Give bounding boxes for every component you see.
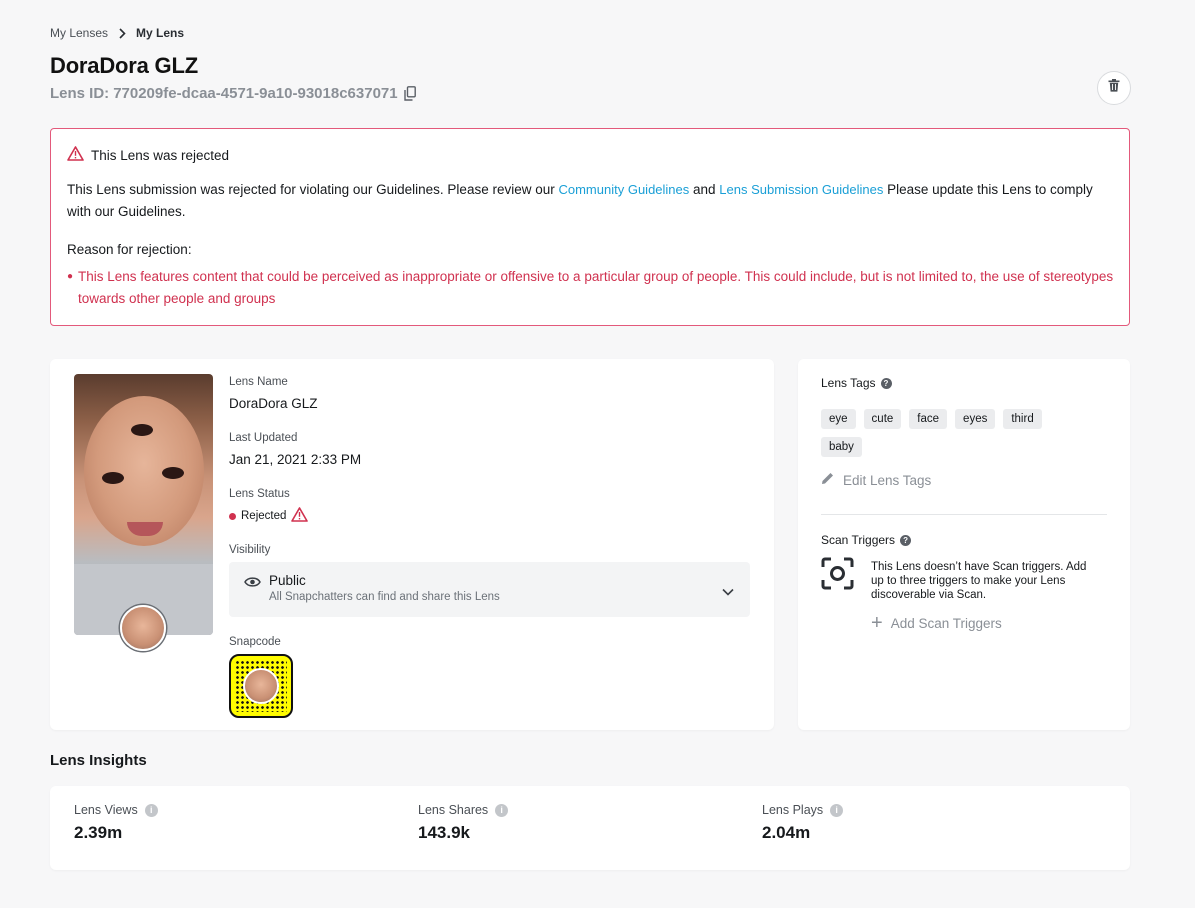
lens-id-value: 770209fe-dcaa-4571-9a10-93018c637071 bbox=[113, 85, 398, 102]
lens-icon-avatar bbox=[120, 605, 166, 651]
info-icon[interactable]: i bbox=[144, 803, 158, 817]
lens-insights-card: Lens Views i 2.39m Lens Shares i 143.9k … bbox=[50, 786, 1130, 870]
tag-chip: face bbox=[909, 409, 948, 429]
snapcode-avatar bbox=[243, 668, 279, 704]
lens-tags-heading-text: Lens Tags bbox=[821, 376, 876, 390]
tag-chip: eyes bbox=[955, 409, 996, 429]
visibility-value: Public bbox=[269, 573, 306, 588]
snapcode-label: Snapcode bbox=[229, 636, 281, 648]
page-title: DoraDora GLZ bbox=[50, 53, 198, 78]
lens-insights-heading: Lens Insights bbox=[50, 752, 147, 769]
alert-body-and: and bbox=[689, 182, 720, 197]
snapcode-image[interactable] bbox=[229, 654, 293, 718]
lens-name-value: DoraDora GLZ bbox=[229, 396, 318, 411]
delete-lens-button[interactable] bbox=[1097, 71, 1131, 105]
info-icon[interactable]: i bbox=[495, 803, 509, 817]
info-icon[interactable]: i bbox=[830, 803, 844, 817]
copy-icon[interactable] bbox=[403, 86, 416, 101]
reason-title: Reason for rejection: bbox=[67, 242, 192, 257]
tag-list: eye cute face eyes third baby bbox=[821, 409, 1081, 457]
scan-triggers-description: This Lens doesn’t have Scan triggers. Ad… bbox=[871, 561, 1087, 601]
metric-label-text: Lens Views bbox=[74, 803, 138, 817]
metric-label: Lens Views i bbox=[74, 803, 158, 817]
divider bbox=[821, 514, 1107, 515]
visibility-select[interactable]: Public All Snapchatters can find and sha… bbox=[229, 562, 750, 617]
lens-submission-guidelines-link[interactable]: Lens Submission Guidelines bbox=[719, 182, 883, 197]
lens-status-label: Lens Status bbox=[229, 488, 290, 500]
lens-tags-heading: Lens Tags ? bbox=[821, 376, 892, 390]
metric-label-text: Lens Shares bbox=[418, 803, 489, 817]
lens-name-label: Lens Name bbox=[229, 376, 288, 388]
warning-icon bbox=[67, 146, 91, 164]
metric-lens-plays: Lens Plays i 2.04m bbox=[762, 803, 844, 843]
left-eye-shape bbox=[102, 472, 124, 484]
add-scan-triggers-button[interactable]: + Add Scan Triggers bbox=[871, 612, 1002, 634]
metric-value: 143.9k bbox=[418, 823, 470, 842]
lens-id-label: Lens ID: bbox=[50, 85, 110, 102]
plus-icon: + bbox=[871, 612, 883, 634]
rejection-alert: This Lens was rejected This Lens submiss… bbox=[50, 128, 1130, 326]
lens-preview-image bbox=[74, 374, 213, 635]
tag-chip: cute bbox=[863, 409, 902, 429]
metric-lens-views: Lens Views i 2.39m bbox=[74, 803, 158, 843]
metric-value: 2.39m bbox=[74, 823, 123, 842]
last-updated-value: Jan 21, 2021 2:33 PM bbox=[229, 452, 362, 467]
chevron-right-icon bbox=[118, 27, 126, 39]
help-icon[interactable]: ? bbox=[900, 534, 912, 546]
trash-icon bbox=[1108, 79, 1120, 97]
eye-icon bbox=[244, 575, 261, 593]
breadcrumb: My Lenses My Lens bbox=[50, 26, 184, 40]
warning-icon bbox=[286, 507, 309, 525]
third-eye-shape bbox=[131, 424, 153, 436]
breadcrumb-my-lenses-link[interactable]: My Lenses bbox=[50, 26, 108, 40]
alert-body: This Lens submission was rejected for vi… bbox=[67, 179, 1117, 223]
tag-chip: eye bbox=[821, 409, 856, 429]
community-guidelines-link[interactable]: Community Guidelines bbox=[558, 182, 689, 197]
tag-chip: baby bbox=[821, 437, 862, 457]
metric-lens-shares: Lens Shares i 143.9k bbox=[418, 803, 509, 843]
pencil-icon bbox=[821, 472, 843, 488]
metric-label: Lens Shares i bbox=[418, 803, 509, 817]
alert-body-text: This Lens submission was rejected for vi… bbox=[67, 182, 559, 197]
scan-icon bbox=[821, 557, 854, 595]
breadcrumb-current: My Lens bbox=[136, 26, 185, 40]
metric-label: Lens Plays i bbox=[762, 803, 844, 817]
lens-details-card: Lens Name DoraDora GLZ Last Updated Jan … bbox=[50, 359, 774, 730]
right-eye-shape bbox=[162, 467, 184, 479]
add-scan-triggers-label: Add Scan Triggers bbox=[890, 615, 1002, 631]
reason-text: This Lens features content that could be… bbox=[78, 269, 1114, 306]
last-updated-label: Last Updated bbox=[229, 432, 298, 444]
edit-lens-tags-label: Edit Lens Tags bbox=[843, 472, 932, 488]
status-badge: Rejected bbox=[229, 507, 309, 525]
metric-value: 2.04m bbox=[762, 823, 811, 842]
status-text: Rejected bbox=[241, 510, 287, 522]
alert-title-text: This Lens was rejected bbox=[91, 147, 230, 163]
bullet-icon: ● bbox=[67, 271, 74, 282]
scan-triggers-heading: Scan Triggers ? bbox=[821, 533, 912, 547]
edit-lens-tags-button[interactable]: Edit Lens Tags bbox=[821, 472, 931, 488]
chevron-down-icon bbox=[722, 583, 734, 601]
status-dot bbox=[229, 512, 236, 520]
visibility-description: All Snapchatters can find and share this… bbox=[269, 591, 500, 603]
lens-id: Lens ID: 770209fe-dcaa-4571-9a10-93018c6… bbox=[50, 85, 416, 102]
reason-list-item: ● This Lens features content that could … bbox=[67, 266, 1117, 310]
lens-tags-card: Lens Tags ? eye cute face eyes third bab… bbox=[798, 359, 1130, 730]
scan-triggers-heading-text: Scan Triggers bbox=[821, 533, 896, 547]
metric-label-text: Lens Plays bbox=[762, 803, 824, 817]
help-icon[interactable]: ? bbox=[880, 377, 892, 389]
tag-chip: third bbox=[1003, 409, 1042, 429]
visibility-label: Visibility bbox=[229, 544, 271, 556]
alert-title: This Lens was rejected bbox=[67, 146, 229, 164]
